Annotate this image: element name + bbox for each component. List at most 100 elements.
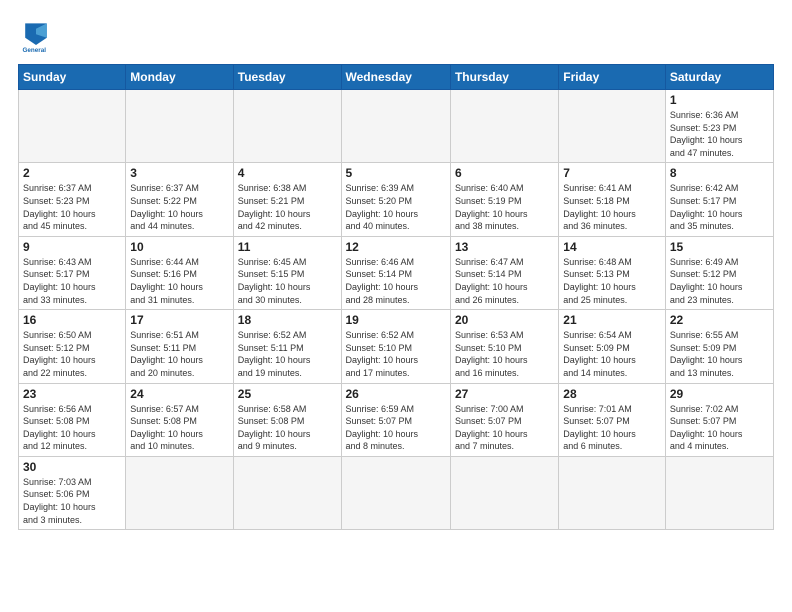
day-number: 12 — [346, 240, 446, 254]
day-number: 23 — [23, 387, 121, 401]
day-number: 13 — [455, 240, 554, 254]
calendar-cell: 15 Sunrise: 6:49 AM Sunset: 5:12 PM Dayli… — [665, 236, 773, 309]
day-info: Sunrise: 6:48 AM Sunset: 5:13 PM Dayligh… — [563, 256, 661, 306]
calendar-cell: 6 Sunrise: 6:40 AM Sunset: 5:19 PM Daylig… — [450, 163, 558, 236]
day-info: Sunrise: 6:58 AM Sunset: 5:08 PM Dayligh… — [238, 403, 337, 453]
day-number: 19 — [346, 313, 446, 327]
calendar-cell — [559, 90, 666, 163]
calendar-week-3: 9Sunrise: 6:43 AM Sunset: 5:17 PM Daylig… — [19, 236, 774, 309]
calendar-cell: 10 Sunrise: 6:44 AM Sunset: 5:16 PM Dayli… — [126, 236, 233, 309]
calendar-cell: 30 Sunrise: 7:03 AM Sunset: 5:06 PM Dayli… — [19, 456, 126, 529]
calendar-cell: 20Sunrise: 6:53 AM Sunset: 5:10 PM Dayli… — [450, 310, 558, 383]
day-info: Sunrise: 6:54 AM Sunset: 5:09 PM Dayligh… — [563, 329, 661, 379]
day-number: 26 — [346, 387, 446, 401]
calendar-cell: 24 Sunrise: 6:57 AM Sunset: 5:08 PM Dayli… — [126, 383, 233, 456]
calendar-cell — [450, 90, 558, 163]
day-info: Sunrise: 6:50 AM Sunset: 5:12 PM Dayligh… — [23, 329, 121, 379]
calendar-cell — [341, 90, 450, 163]
calendar-cell — [233, 456, 341, 529]
calendar-week-1: 1Sunrise: 6:36 AM Sunset: 5:23 PM Daylig… — [19, 90, 774, 163]
day-info: Sunrise: 6:46 AM Sunset: 5:14 PM Dayligh… — [346, 256, 446, 306]
day-info: Sunrise: 6:52 AM Sunset: 5:10 PM Dayligh… — [346, 329, 446, 379]
logo-icon: General — [18, 18, 54, 54]
day-number: 9 — [23, 240, 121, 254]
day-info: Sunrise: 6:52 AM Sunset: 5:11 PM Dayligh… — [238, 329, 337, 379]
day-info: Sunrise: 6:37 AM Sunset: 5:22 PM Dayligh… — [130, 182, 228, 232]
day-number: 24 — [130, 387, 228, 401]
day-number: 27 — [455, 387, 554, 401]
day-number: 6 — [455, 166, 554, 180]
weekday-header-saturday: Saturday — [665, 65, 773, 90]
calendar-cell: 3Sunrise: 6:37 AM Sunset: 5:22 PM Daylig… — [126, 163, 233, 236]
calendar-cell — [19, 90, 126, 163]
calendar-cell: 18Sunrise: 6:52 AM Sunset: 5:11 PM Dayli… — [233, 310, 341, 383]
logo: General — [18, 18, 60, 54]
day-number: 2 — [23, 166, 121, 180]
day-number: 21 — [563, 313, 661, 327]
weekday-header-friday: Friday — [559, 65, 666, 90]
calendar-cell — [126, 456, 233, 529]
page: General SundayMondayTuesdayWednesdayThur… — [0, 0, 792, 612]
weekday-header-wednesday: Wednesday — [341, 65, 450, 90]
day-number: 5 — [346, 166, 446, 180]
day-info: Sunrise: 6:36 AM Sunset: 5:23 PM Dayligh… — [670, 109, 769, 159]
calendar-cell — [341, 456, 450, 529]
day-number: 17 — [130, 313, 228, 327]
weekday-header-monday: Monday — [126, 65, 233, 90]
day-number: 29 — [670, 387, 769, 401]
day-number: 7 — [563, 166, 661, 180]
day-number: 20 — [455, 313, 554, 327]
day-number: 22 — [670, 313, 769, 327]
calendar-cell — [665, 456, 773, 529]
day-number: 25 — [238, 387, 337, 401]
calendar-cell: 13Sunrise: 6:47 AM Sunset: 5:14 PM Dayli… — [450, 236, 558, 309]
calendar-cell — [126, 90, 233, 163]
day-number: 4 — [238, 166, 337, 180]
calendar-cell: 5 Sunrise: 6:39 AM Sunset: 5:20 PM Daylig… — [341, 163, 450, 236]
calendar-cell: 23 Sunrise: 6:56 AM Sunset: 5:08 PM Dayli… — [19, 383, 126, 456]
calendar-cell: 8 Sunrise: 6:42 AM Sunset: 5:17 PM Daylig… — [665, 163, 773, 236]
calendar-cell: 22 Sunrise: 6:55 AM Sunset: 5:09 PM Dayli… — [665, 310, 773, 383]
calendar-table: SundayMondayTuesdayWednesdayThursdayFrid… — [18, 64, 774, 530]
calendar-cell: 21 Sunrise: 6:54 AM Sunset: 5:09 PM Dayli… — [559, 310, 666, 383]
day-number: 15 — [670, 240, 769, 254]
day-number: 10 — [130, 240, 228, 254]
day-number: 30 — [23, 460, 121, 474]
day-info: Sunrise: 6:42 AM Sunset: 5:17 PM Dayligh… — [670, 182, 769, 232]
day-info: Sunrise: 6:56 AM Sunset: 5:08 PM Dayligh… — [23, 403, 121, 453]
header: General — [18, 18, 774, 54]
calendar-cell: 2 Sunrise: 6:37 AM Sunset: 5:23 PM Daylig… — [19, 163, 126, 236]
calendar-cell: 4Sunrise: 6:38 AM Sunset: 5:21 PM Daylig… — [233, 163, 341, 236]
calendar-cell: 16Sunrise: 6:50 AM Sunset: 5:12 PM Dayli… — [19, 310, 126, 383]
day-number: 14 — [563, 240, 661, 254]
day-info: Sunrise: 6:49 AM Sunset: 5:12 PM Dayligh… — [670, 256, 769, 306]
weekday-header-row: SundayMondayTuesdayWednesdayThursdayFrid… — [19, 65, 774, 90]
calendar-cell: 28 Sunrise: 7:01 AM Sunset: 5:07 PM Dayli… — [559, 383, 666, 456]
day-number: 11 — [238, 240, 337, 254]
day-number: 8 — [670, 166, 769, 180]
calendar-cell: 11 Sunrise: 6:45 AM Sunset: 5:15 PM Dayli… — [233, 236, 341, 309]
day-info: Sunrise: 6:41 AM Sunset: 5:18 PM Dayligh… — [563, 182, 661, 232]
day-info: Sunrise: 7:01 AM Sunset: 5:07 PM Dayligh… — [563, 403, 661, 453]
day-info: Sunrise: 6:44 AM Sunset: 5:16 PM Dayligh… — [130, 256, 228, 306]
calendar-cell: 12 Sunrise: 6:46 AM Sunset: 5:14 PM Dayli… — [341, 236, 450, 309]
calendar-cell: 25 Sunrise: 6:58 AM Sunset: 5:08 PM Dayli… — [233, 383, 341, 456]
calendar-cell — [559, 456, 666, 529]
day-info: Sunrise: 6:57 AM Sunset: 5:08 PM Dayligh… — [130, 403, 228, 453]
day-info: Sunrise: 7:03 AM Sunset: 5:06 PM Dayligh… — [23, 476, 121, 526]
day-info: Sunrise: 6:55 AM Sunset: 5:09 PM Dayligh… — [670, 329, 769, 379]
day-number: 28 — [563, 387, 661, 401]
day-info: Sunrise: 6:39 AM Sunset: 5:20 PM Dayligh… — [346, 182, 446, 232]
day-info: Sunrise: 6:45 AM Sunset: 5:15 PM Dayligh… — [238, 256, 337, 306]
svg-text:General: General — [23, 47, 47, 54]
calendar-cell: 17Sunrise: 6:51 AM Sunset: 5:11 PM Dayli… — [126, 310, 233, 383]
weekday-header-sunday: Sunday — [19, 65, 126, 90]
calendar-cell: 19 Sunrise: 6:52 AM Sunset: 5:10 PM Dayli… — [341, 310, 450, 383]
calendar-week-5: 23 Sunrise: 6:56 AM Sunset: 5:08 PM Dayli… — [19, 383, 774, 456]
calendar-week-6: 30 Sunrise: 7:03 AM Sunset: 5:06 PM Dayli… — [19, 456, 774, 529]
calendar-cell: 27Sunrise: 7:00 AM Sunset: 5:07 PM Dayli… — [450, 383, 558, 456]
calendar-week-2: 2 Sunrise: 6:37 AM Sunset: 5:23 PM Daylig… — [19, 163, 774, 236]
weekday-header-thursday: Thursday — [450, 65, 558, 90]
day-info: Sunrise: 6:37 AM Sunset: 5:23 PM Dayligh… — [23, 182, 121, 232]
day-info: Sunrise: 6:40 AM Sunset: 5:19 PM Dayligh… — [455, 182, 554, 232]
